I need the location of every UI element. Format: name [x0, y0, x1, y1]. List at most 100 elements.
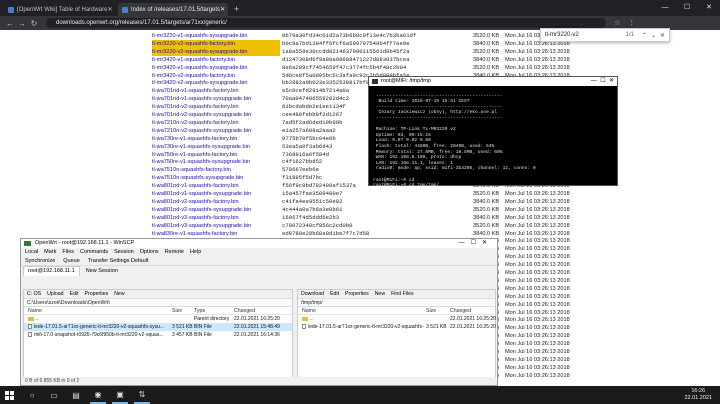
terminal-window[interactable]: root@MiFi: /tmp/tmp — ☐ ✕ --------------… — [368, 76, 618, 186]
terminal-output[interactable]: ----------------------------------------… — [369, 86, 617, 186]
file-name[interactable]: tl-wa801nd-v3-squashfs-factory.bin — [152, 214, 280, 222]
close-tab-icon[interactable]: ✕ — [107, 6, 112, 13]
queue-button[interactable]: Queue — [63, 256, 80, 265]
menu-remote[interactable]: Remote — [165, 248, 184, 256]
file-name[interactable]: tl-wa701nd-v1-squashfs-factory.bin — [152, 87, 280, 95]
browser-tab-active[interactable]: Index of /releases/17.01.5/targets ✕ — [118, 3, 228, 16]
file-name[interactable]: tl-wa701nd-v2-squashfs-factory.bin — [152, 103, 280, 111]
drive-select[interactable]: C: OS — [27, 290, 41, 298]
reload-icon[interactable]: ↻ — [28, 19, 40, 28]
browser-tab[interactable]: [OpenWrt Wiki] Table of Hardware ✕ — [4, 3, 114, 16]
file-name[interactable]: tl-wa801nd-v2-squashfs-sysupgrade.bin — [152, 206, 280, 214]
download-button[interactable]: Download — [301, 290, 324, 298]
col-changed[interactable]: Changed — [234, 307, 255, 315]
file-name: .. — [310, 316, 313, 322]
file-row[interactable]: .. 22.01.2021 16:25:20 — [298, 315, 496, 323]
file-date: Mon Jul 16 03:26:13 2018 — [505, 285, 570, 292]
file-row[interactable]: mifi-17.0-snapshot-r0925-79c6f950b-tl-mr… — [24, 331, 292, 339]
new-tab-icon[interactable]: + — [234, 3, 239, 16]
col-size[interactable]: Size — [426, 307, 436, 315]
file-name[interactable]: tl-wa701nd-v1-squashfs-sysupgrade.bin — [152, 95, 280, 103]
file-date: Mon Jul 16 03:26:13 2018 — [505, 48, 570, 55]
tab-new-session[interactable]: New Session — [82, 267, 122, 276]
file-name[interactable]: tl-mr3420-v1-squashfs-factory.bin — [152, 56, 280, 64]
search-icon[interactable]: ○ — [24, 386, 40, 404]
menu-commands[interactable]: Commands — [80, 248, 108, 256]
file-name[interactable]: tl-wa7510n-squashfs-factory.bin — [152, 166, 280, 174]
new-button[interactable]: New — [375, 290, 385, 298]
file-name[interactable]: tl-wa801nd-v1-squashfs-sysupgrade.bin — [152, 190, 280, 198]
properties-button[interactable]: Properties — [345, 290, 369, 298]
find-count: 1/1 — [625, 32, 634, 38]
synchronize-button[interactable]: Synchronize — [25, 256, 55, 265]
file-name[interactable]: tl-mr3420-v1-squashfs-sysupgrade.bin — [152, 64, 280, 72]
properties-button[interactable]: Properties — [85, 290, 109, 298]
transfer-settings-select[interactable]: Transfer Settings Default — [88, 256, 149, 265]
menu-session[interactable]: Session — [114, 248, 134, 256]
upload-button[interactable]: Upload — [47, 290, 63, 298]
back-icon[interactable]: ← — [4, 19, 16, 28]
window-controls[interactable]: —☐✕ — [459, 239, 493, 248]
new-button[interactable]: New — [114, 290, 124, 298]
file-name[interactable]: tl-mr3220-v2-squashfs-sysupgrade.bin — [152, 47, 280, 56]
file-row[interactable]: .. Parent directory 22.01.2021 16:25:20 — [24, 315, 292, 323]
col-name[interactable]: Name — [302, 307, 316, 315]
file-name[interactable]: tl-wa750re-v1-squashfs-factory.bin — [152, 151, 280, 159]
menu-mark[interactable]: Mark — [44, 248, 56, 256]
browser-tab-strip: [OpenWrt Wiki] Table of Hardware ✕ Index… — [0, 0, 720, 16]
file-name[interactable]: tl-wa830re-v1-squashfs-factory.bin — [152, 230, 280, 238]
col-type[interactable]: Type — [194, 307, 205, 315]
file-name[interactable]: tl-mr3420-v2-squashfs-factory.bin — [152, 72, 280, 80]
file-name[interactable]: tl-wa750re-v1-squashfs-sysupgrade.bin — [152, 158, 280, 166]
menu-local[interactable]: Local — [25, 248, 38, 256]
file-name[interactable]: tl-mr3220-v1-squashfs-sysupgrade.bin — [152, 32, 280, 40]
window-controls[interactable]: — ☐ ✕ — [591, 77, 614, 86]
file-name[interactable]: tl-mr3220-v2-squashfs-factory.bin — [152, 39, 280, 48]
address-bar[interactable]: downloads.openwrt.org/releases/17.01.5/t… — [46, 18, 606, 28]
menu-icon[interactable]: ⋮ — [628, 19, 635, 27]
file-name: mifi-17.0-snapshot-r0925-79c6f950b-tl-mr… — [34, 332, 164, 338]
file-name[interactable]: tl-wa7510n-squashfs-sysupgrade.bin — [152, 174, 280, 182]
file-row[interactable]: lede-17.01.5-ar71xx-generic-tl-mr3220-v2… — [24, 323, 292, 331]
find-files-button[interactable]: Find Files — [391, 290, 414, 298]
chrome-icon[interactable]: ◉ — [90, 386, 106, 404]
file-name[interactable]: tl-wa730re-v1-squashfs-factory.bin — [152, 135, 280, 143]
minimize-icon[interactable]: — — [654, 0, 676, 16]
file-name[interactable]: tl-wa801nd-v1-squashfs-factory.bin — [152, 182, 280, 190]
file-name[interactable]: tl-wa7210n-v2-squashfs-sysupgrade.bin — [152, 127, 280, 135]
tab-session[interactable]: root@192.168.11.1 — [23, 266, 80, 276]
find-prev-icon[interactable]: ⌃ — [642, 32, 647, 39]
file-name[interactable]: tl-wa7210n-v2-squashfs-factory.bin — [152, 119, 280, 127]
local-path[interactable]: C:\Users\szok\Downloads\OpenWrt\ — [24, 299, 292, 307]
edit-button[interactable]: Edit — [330, 290, 339, 298]
find-close-icon[interactable]: ✕ — [660, 32, 665, 39]
find-input[interactable]: tl-mr3220-v2 — [545, 32, 626, 38]
file-name[interactable]: tl-mr3420-v2-squashfs-sysupgrade.bin — [152, 79, 280, 87]
file-name[interactable]: tl-wa801nd-v3-squashfs-sysupgrade.bin — [152, 222, 280, 230]
task-view-icon[interactable]: ▭ — [46, 386, 62, 404]
menu-help[interactable]: Help — [190, 248, 201, 256]
remote-path[interactable]: /tmp/tmp/ — [298, 299, 495, 307]
start-button[interactable] — [0, 386, 18, 404]
listing-row: tl-mr3420-v1-squashfs-factory.bin d124730… — [0, 56, 720, 64]
file-name[interactable]: tl-wa801nd-v2-squashfs-factory.bin — [152, 198, 280, 206]
file-row[interactable]: lede-17.01.5-ar71xx-generic-tl-mr3220-v2… — [298, 323, 496, 331]
file-explorer-icon[interactable]: ▤ — [68, 386, 84, 404]
menu-files[interactable]: Files — [62, 248, 74, 256]
close-tab-icon[interactable]: ✕ — [220, 6, 225, 13]
col-name[interactable]: Name — [28, 307, 42, 315]
col-changed[interactable]: Changed — [450, 307, 471, 315]
file-name[interactable]: tl-wa701nd-v2-squashfs-sysupgrade.bin — [152, 111, 280, 119]
terminal-icon[interactable]: ▣ — [112, 386, 128, 404]
menu-options[interactable]: Options — [140, 248, 159, 256]
star-icon[interactable]: ☆ — [614, 19, 620, 27]
close-window-icon[interactable]: ✕ — [698, 0, 720, 16]
file-name[interactable]: tl-wa730re-v1-squashfs-sysupgrade.bin — [152, 143, 280, 151]
col-size[interactable]: Size — [172, 307, 182, 315]
winscp-icon[interactable]: ⇅ — [134, 386, 150, 404]
find-next-icon[interactable]: ⌄ — [651, 32, 656, 39]
forward-icon[interactable]: → — [16, 19, 28, 28]
maximize-icon[interactable]: ☐ — [676, 0, 698, 16]
edit-button[interactable]: Edit — [70, 290, 79, 298]
clock[interactable]: 16:26 22.01.2021 — [684, 388, 720, 402]
